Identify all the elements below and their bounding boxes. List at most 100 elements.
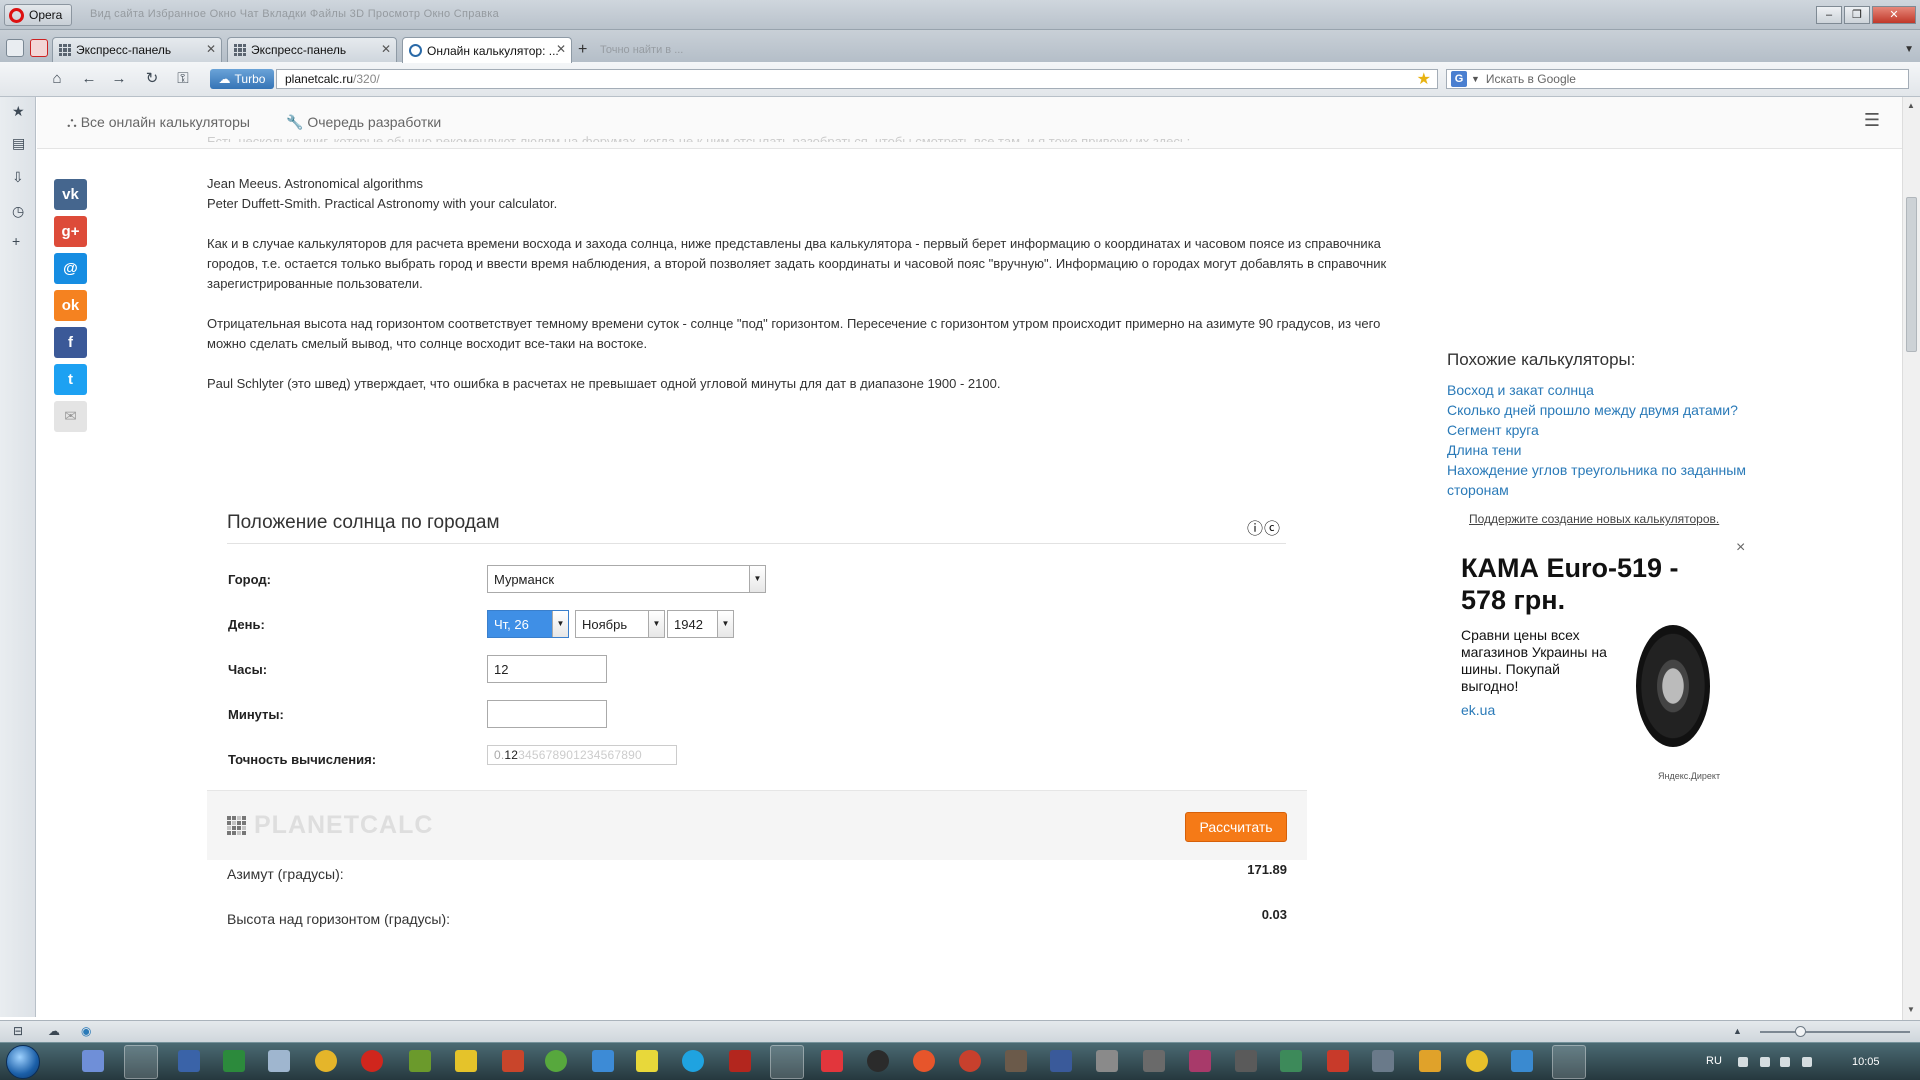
minutes-input[interactable] xyxy=(487,700,607,728)
taskbar-app-icon[interactable] xyxy=(821,1050,843,1072)
new-tab-button[interactable]: + xyxy=(578,41,587,59)
month-select[interactable]: Ноябрь ▼ xyxy=(575,610,665,638)
tab-planetcalc[interactable]: Онлайн калькулятор: ... ✕ xyxy=(402,37,572,63)
scrollbar-thumb[interactable] xyxy=(1906,197,1917,352)
taskbar-app-icon[interactable] xyxy=(959,1050,981,1072)
taskbar-app-icon[interactable] xyxy=(1280,1050,1302,1072)
history-panel-icon[interactable]: ◷ xyxy=(12,203,24,220)
tab-speed-dial-2[interactable]: Экспресс-панель ✕ xyxy=(227,37,397,62)
taskbar-excel-icon[interactable] xyxy=(223,1050,245,1072)
city-select[interactable]: Мурманск ▼ xyxy=(487,565,766,593)
taskbar-app-icon[interactable] xyxy=(1096,1050,1118,1072)
search-field[interactable]: G ▼ Искать в Google xyxy=(1446,69,1909,89)
precision-slider[interactable]: 0.12345678901234567890 xyxy=(487,745,677,765)
tab-speed-dial-1[interactable]: Экспресс-панель ✕ xyxy=(52,37,222,62)
tire-image[interactable] xyxy=(1636,625,1710,747)
search-engine-dropdown-icon[interactable]: ▼ xyxy=(1471,74,1480,84)
clock[interactable]: 10:05 xyxy=(1852,1056,1880,1068)
ad-title[interactable]: КАМА Euro-519 - 578 грн. xyxy=(1461,552,1711,616)
taskbar-opera-icon[interactable] xyxy=(361,1050,383,1072)
facebook-share-icon[interactable]: f xyxy=(54,327,87,358)
taskbar-app-icon[interactable] xyxy=(455,1050,477,1072)
dev-queue-link[interactable]: 🔧 Очередь разработки xyxy=(286,114,441,131)
taskbar-chrome-icon[interactable] xyxy=(315,1050,337,1072)
calculate-button[interactable]: Рассчитать xyxy=(1185,812,1287,842)
google-plus-share-icon[interactable]: g+ xyxy=(54,216,87,247)
taskbar-app-icon[interactable] xyxy=(1466,1050,1488,1072)
taskbar-app-icon[interactable] xyxy=(636,1050,658,1072)
taskbar-app-icon[interactable] xyxy=(1235,1050,1257,1072)
taskbar-app-icon[interactable] xyxy=(592,1050,614,1072)
taskbar-app-icon[interactable] xyxy=(409,1050,431,1072)
maximize-button[interactable]: ❐ xyxy=(1844,6,1870,24)
close-tab-icon[interactable]: ✕ xyxy=(381,42,391,56)
notes-panel-icon[interactable]: ▤ xyxy=(12,135,25,152)
day-select[interactable]: Чт, 26 ▼ xyxy=(487,610,569,638)
downloads-panel-icon[interactable]: ⇩ xyxy=(12,169,24,186)
taskbar-app-icon[interactable] xyxy=(867,1050,889,1072)
zoom-up-icon[interactable]: ▲ xyxy=(1733,1026,1742,1036)
reload-icon[interactable]: ↻ xyxy=(141,70,163,88)
similar-link-days-between[interactable]: Сколько дней прошло между двумя датами? xyxy=(1447,400,1777,420)
forward-icon[interactable]: → xyxy=(108,70,130,88)
license-icon[interactable]: ⓘⓒ xyxy=(1247,515,1281,539)
year-select[interactable]: 1942 ▼ xyxy=(667,610,734,638)
taskbar-app-icon[interactable] xyxy=(1511,1050,1533,1072)
tab-panel-toggle-icon[interactable] xyxy=(6,39,24,57)
taskbar-app-icon[interactable] xyxy=(1005,1050,1027,1072)
taskbar-opera-icon[interactable] xyxy=(124,1045,158,1079)
email-share-icon[interactable]: ✉ xyxy=(54,401,87,432)
similar-link-sunrise[interactable]: Восход и закат солнца xyxy=(1447,380,1777,400)
taskbar-app-icon[interactable] xyxy=(268,1050,290,1072)
taskbar-app-icon[interactable] xyxy=(1050,1050,1072,1072)
taskbar-photoshop-icon[interactable] xyxy=(770,1045,804,1079)
close-tab-icon[interactable]: ✕ xyxy=(206,42,216,56)
taskbar-app-icon[interactable] xyxy=(502,1050,524,1072)
home-icon[interactable]: ⌂ xyxy=(46,70,68,88)
taskbar-app-icon[interactable] xyxy=(82,1050,104,1072)
address-bar[interactable]: planetcalc.ru/320/ ★ xyxy=(276,69,1438,89)
twitter-share-icon[interactable]: t xyxy=(54,364,87,395)
back-icon[interactable]: ← xyxy=(78,70,100,88)
language-indicator[interactable]: RU xyxy=(1706,1055,1722,1067)
close-tab-icon[interactable]: ✕ xyxy=(556,42,566,56)
tab-list-chevron-icon[interactable]: ▼ xyxy=(1904,44,1914,55)
advertisement[interactable]: × КАМА Euro-519 - 578 грн. Сравни цены в… xyxy=(1450,535,1750,795)
speed-icon[interactable]: ◉ xyxy=(81,1024,91,1038)
odnoklassniki-share-icon[interactable]: ok xyxy=(54,290,87,321)
bookmarks-panel-icon[interactable]: ★ xyxy=(12,103,25,120)
taskbar-skype-icon[interactable] xyxy=(682,1050,704,1072)
scroll-down-icon[interactable]: ▼ xyxy=(1907,1005,1915,1014)
page-scrollbar[interactable]: ▲ ▼ xyxy=(1902,97,1920,1020)
tray-chevron-icon[interactable] xyxy=(1738,1057,1748,1067)
bookmark-star-icon[interactable]: ★ xyxy=(1417,69,1431,89)
similar-link-shadow-length[interactable]: Длина тени xyxy=(1447,440,1777,460)
start-button[interactable] xyxy=(6,1045,40,1079)
hamburger-menu-icon[interactable]: ☰ xyxy=(1864,110,1880,131)
zoom-slider-thumb[interactable] xyxy=(1795,1026,1806,1037)
cloud-icon[interactable]: ☁ xyxy=(48,1024,60,1038)
turbo-button[interactable]: ☁ Turbo xyxy=(210,69,274,89)
similar-link-circle-segment[interactable]: Сегмент круга xyxy=(1447,420,1777,440)
support-link[interactable]: Поддержите создание новых калькуляторов. xyxy=(1469,512,1719,526)
taskbar-word-icon[interactable] xyxy=(178,1050,200,1072)
add-panel-icon[interactable]: + xyxy=(12,233,20,249)
zoom-slider-track[interactable] xyxy=(1760,1031,1910,1033)
panel-toggle-icon[interactable]: ⊟ xyxy=(13,1024,23,1038)
taskbar-app-icon[interactable] xyxy=(1327,1050,1349,1072)
closed-tabs-icon[interactable] xyxy=(30,39,48,57)
taskbar-app-icon[interactable] xyxy=(545,1050,567,1072)
ad-domain-link[interactable]: ek.ua xyxy=(1461,702,1495,718)
mailru-share-icon[interactable]: @ xyxy=(54,253,87,284)
hours-input[interactable]: 12 xyxy=(487,655,607,683)
taskbar-app-icon[interactable] xyxy=(1552,1045,1586,1079)
opera-menu-button[interactable]: Opera xyxy=(4,4,72,26)
taskbar-app-icon[interactable] xyxy=(1419,1050,1441,1072)
vk-share-icon[interactable]: vk xyxy=(54,179,87,210)
close-window-button[interactable]: ✕ xyxy=(1872,6,1916,24)
similar-link-triangle-angles[interactable]: Нахождение углов треугольника по заданны… xyxy=(1447,460,1777,500)
taskbar-app-icon[interactable] xyxy=(1189,1050,1211,1072)
all-calculators-link[interactable]: ⛬ Все онлайн калькуляторы xyxy=(67,114,250,131)
tray-flag-icon[interactable] xyxy=(1760,1057,1770,1067)
tray-volume-icon[interactable] xyxy=(1802,1057,1812,1067)
